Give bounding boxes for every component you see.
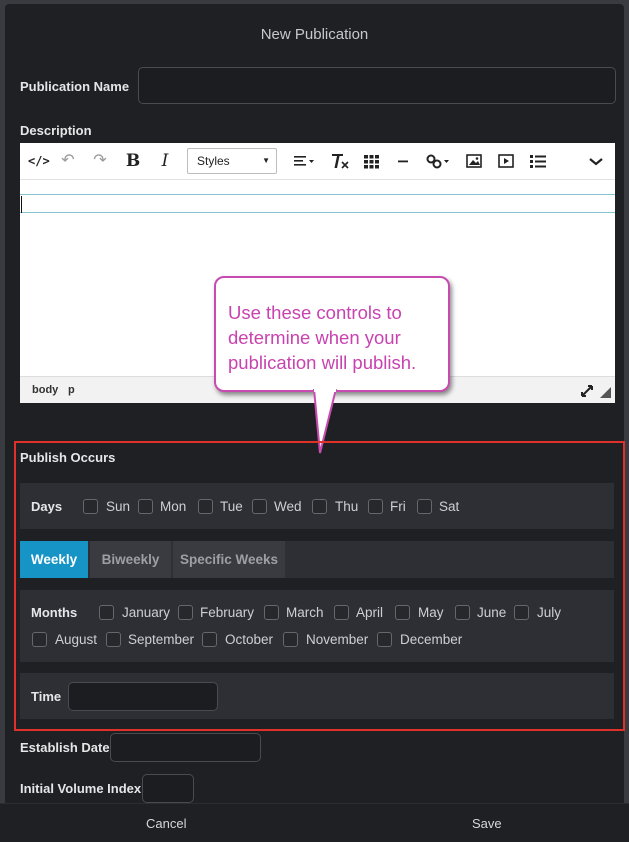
save-button[interactable]: Save [472, 816, 502, 831]
link-icon[interactable] [424, 149, 450, 173]
month-label-november: November [306, 632, 369, 647]
checkbox-sat[interactable] [417, 499, 432, 514]
publication-name-input[interactable] [138, 67, 616, 104]
establish-date-input[interactable] [110, 733, 261, 762]
checkbox-november[interactable] [283, 632, 298, 647]
day-label-thu: Thu [335, 499, 359, 514]
day-label-mon: Mon [160, 499, 187, 514]
checkbox-september[interactable] [106, 632, 121, 647]
months-label: Months [31, 605, 78, 620]
day-label-sat: Sat [439, 499, 460, 514]
checkbox-march[interactable] [264, 605, 279, 620]
cancel-button[interactable]: Cancel [146, 816, 186, 831]
bullet-list-icon[interactable] [527, 149, 549, 173]
checkbox-thu[interactable] [312, 499, 327, 514]
chevron-down-icon: ▼ [262, 156, 270, 165]
month-label-december: December [400, 632, 463, 647]
days-label: Days [31, 499, 63, 514]
checkbox-mon[interactable] [138, 499, 153, 514]
fullscreen-icon[interactable] [580, 384, 596, 398]
text-cursor [21, 196, 22, 213]
day-label-fri: Fri [390, 499, 406, 514]
time-input[interactable] [68, 682, 218, 711]
description-label: Description [20, 123, 92, 138]
checkbox-february[interactable] [178, 605, 193, 620]
media-icon[interactable] [496, 149, 516, 173]
editor-paragraph[interactable] [20, 194, 615, 213]
tab-specific-weeks[interactable]: Specific Weeks [173, 541, 285, 578]
align-icon[interactable] [292, 149, 316, 173]
help-callout: Use these controls to determine when you… [214, 276, 450, 392]
checkbox-wed[interactable] [252, 499, 267, 514]
establish-date-label: Establish Date [20, 740, 110, 755]
checkbox-december[interactable] [377, 632, 392, 647]
source-code-icon[interactable]: </> [28, 149, 50, 173]
tab-weekly[interactable]: Weekly [20, 541, 88, 578]
day-label-sun: Sun [106, 499, 131, 514]
checkbox-october[interactable] [202, 632, 217, 647]
callout-text: Use these controls to determine when you… [228, 302, 417, 373]
month-label-february: February [200, 605, 255, 620]
resize-handle-icon[interactable] [600, 387, 611, 398]
horizontal-rule-icon[interactable] [393, 149, 413, 173]
dialog-title: New Publication [260, 26, 369, 43]
path-p[interactable]: p [68, 384, 75, 396]
initial-volume-index-input[interactable] [142, 774, 194, 803]
month-label-october: October [225, 632, 274, 647]
month-label-may: May [418, 605, 444, 620]
path-body[interactable]: body [32, 384, 58, 396]
day-label-wed: Wed [274, 499, 302, 514]
table-icon[interactable] [361, 149, 383, 173]
publication-name-label: Publication Name [20, 79, 130, 94]
checkbox-june[interactable] [455, 605, 470, 620]
checkbox-january[interactable] [99, 605, 114, 620]
redo-icon[interactable]: ↷ [90, 149, 110, 173]
more-tools-chevron-icon[interactable] [585, 149, 607, 173]
months-panel [20, 590, 614, 662]
checkbox-july[interactable] [514, 605, 529, 620]
styles-dropdown[interactable]: Styles ▼ [187, 148, 277, 174]
dialog-footer: Cancel Save [0, 803, 629, 842]
checkbox-may[interactable] [395, 605, 410, 620]
checkbox-fri[interactable] [368, 499, 383, 514]
initial-volume-index-label: Initial Volume Index [20, 781, 142, 796]
publish-occurs-title: Publish Occurs [20, 450, 116, 465]
checkbox-sun[interactable] [83, 499, 98, 514]
bold-icon[interactable]: B [123, 149, 143, 173]
month-label-march: March [286, 605, 324, 620]
undo-icon[interactable]: ↶ [58, 149, 78, 173]
italic-icon[interactable]: I [155, 149, 175, 173]
month-label-september: September [128, 632, 195, 647]
month-label-august: August [55, 632, 98, 647]
day-label-tue: Tue [220, 499, 243, 514]
month-label-april: April [356, 605, 384, 620]
checkbox-august[interactable] [32, 632, 47, 647]
month-label-january: January [122, 605, 171, 620]
checkbox-tue[interactable] [198, 499, 213, 514]
clear-formatting-icon[interactable] [329, 149, 351, 173]
checkbox-april[interactable] [334, 605, 349, 620]
time-label: Time [31, 689, 62, 704]
editor-toolbar: </> ↶ ↷ B I Styles ▼ [20, 143, 615, 180]
tab-biweekly[interactable]: Biweekly [90, 541, 171, 578]
month-label-july: July [537, 605, 562, 620]
styles-dropdown-label: Styles [197, 154, 230, 168]
month-label-june: June [477, 605, 507, 620]
image-icon[interactable] [464, 149, 484, 173]
